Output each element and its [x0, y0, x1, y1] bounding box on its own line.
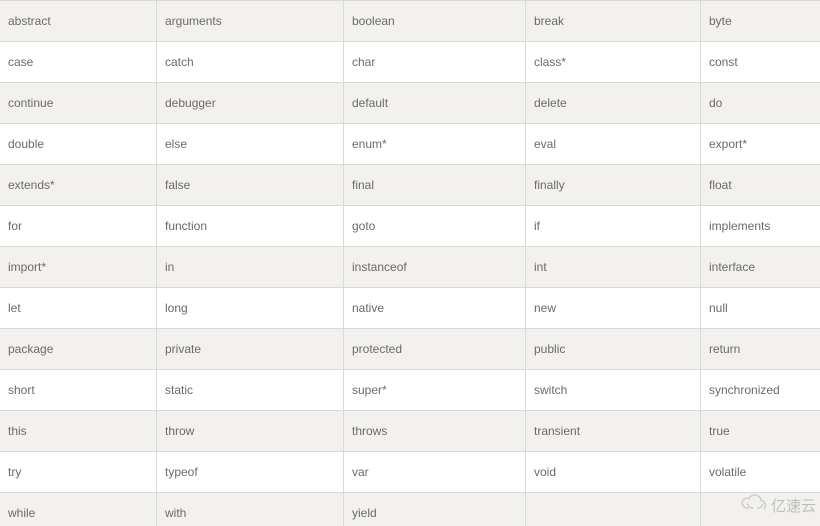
keyword-cell: package — [0, 329, 157, 370]
table-row: trytypeofvarvoidvolatile — [0, 452, 820, 493]
keyword-cell: try — [0, 452, 157, 493]
keyword-cell: new — [526, 288, 701, 329]
table-row: casecatchcharclass*const — [0, 42, 820, 83]
keyword-cell: if — [526, 206, 701, 247]
table-row: forfunctiongotoifimplements — [0, 206, 820, 247]
keyword-cell: volatile — [701, 452, 820, 493]
table-row: shortstaticsuper*switchsynchronized — [0, 370, 820, 411]
keyword-cell: function — [157, 206, 344, 247]
keywords-table: abstractargumentsbooleanbreakbytecasecat… — [0, 0, 820, 526]
keyword-cell: transient — [526, 411, 701, 452]
table-row: abstractargumentsbooleanbreakbyte — [0, 1, 820, 42]
keyword-cell: switch — [526, 370, 701, 411]
keyword-cell: export* — [701, 124, 820, 165]
keyword-cell: private — [157, 329, 344, 370]
keyword-cell: throw — [157, 411, 344, 452]
keyword-cell: default — [344, 83, 526, 124]
table-row: letlongnativenewnull — [0, 288, 820, 329]
keyword-cell: break — [526, 1, 701, 42]
keyword-cell: instanceof — [344, 247, 526, 288]
keyword-cell: yield — [344, 493, 526, 526]
keyword-cell: import* — [0, 247, 157, 288]
keyword-cell: abstract — [0, 1, 157, 42]
keyword-cell: byte — [701, 1, 820, 42]
keyword-cell: float — [701, 165, 820, 206]
keyword-cell: delete — [526, 83, 701, 124]
keyword-cell — [701, 493, 820, 526]
keyword-cell: typeof — [157, 452, 344, 493]
keyword-cell: for — [0, 206, 157, 247]
table-row: continuedebuggerdefaultdeletedo — [0, 83, 820, 124]
keyword-cell: synchronized — [701, 370, 820, 411]
keyword-cell: void — [526, 452, 701, 493]
keyword-cell: this — [0, 411, 157, 452]
table-row: import*ininstanceofintinterface — [0, 247, 820, 288]
keyword-cell: long — [157, 288, 344, 329]
keyword-cell: const — [701, 42, 820, 83]
table-row: whilewithyield — [0, 493, 820, 526]
keyword-cell: var — [344, 452, 526, 493]
keyword-cell: continue — [0, 83, 157, 124]
keyword-cell: super* — [344, 370, 526, 411]
keyword-cell: finally — [526, 165, 701, 206]
keyword-cell: interface — [701, 247, 820, 288]
keyword-cell: implements — [701, 206, 820, 247]
keyword-cell: with — [157, 493, 344, 526]
keyword-cell: false — [157, 165, 344, 206]
table-row: thisthrowthrowstransienttrue — [0, 411, 820, 452]
table-row: packageprivateprotectedpublicreturn — [0, 329, 820, 370]
keyword-cell: do — [701, 83, 820, 124]
keyword-cell: boolean — [344, 1, 526, 42]
keyword-cell: catch — [157, 42, 344, 83]
keyword-cell: class* — [526, 42, 701, 83]
keyword-cell: let — [0, 288, 157, 329]
keyword-cell: int — [526, 247, 701, 288]
keyword-cell: return — [701, 329, 820, 370]
keyword-cell: true — [701, 411, 820, 452]
keyword-cell: null — [701, 288, 820, 329]
table-row: doubleelseenum*evalexport* — [0, 124, 820, 165]
keyword-cell: double — [0, 124, 157, 165]
keyword-cell — [526, 493, 701, 526]
keyword-cell: throws — [344, 411, 526, 452]
keyword-cell: static — [157, 370, 344, 411]
keyword-cell: enum* — [344, 124, 526, 165]
keyword-cell: native — [344, 288, 526, 329]
keyword-cell: arguments — [157, 1, 344, 42]
keyword-cell: char — [344, 42, 526, 83]
keyword-cell: public — [526, 329, 701, 370]
keyword-cell: debugger — [157, 83, 344, 124]
keyword-cell: while — [0, 493, 157, 526]
keyword-cell: case — [0, 42, 157, 83]
keyword-cell: goto — [344, 206, 526, 247]
table-row: extends*falsefinalfinallyfloat — [0, 165, 820, 206]
keyword-cell: eval — [526, 124, 701, 165]
keyword-cell: else — [157, 124, 344, 165]
keyword-cell: in — [157, 247, 344, 288]
keyword-cell: extends* — [0, 165, 157, 206]
keyword-cell: protected — [344, 329, 526, 370]
keyword-cell: final — [344, 165, 526, 206]
keyword-cell: short — [0, 370, 157, 411]
